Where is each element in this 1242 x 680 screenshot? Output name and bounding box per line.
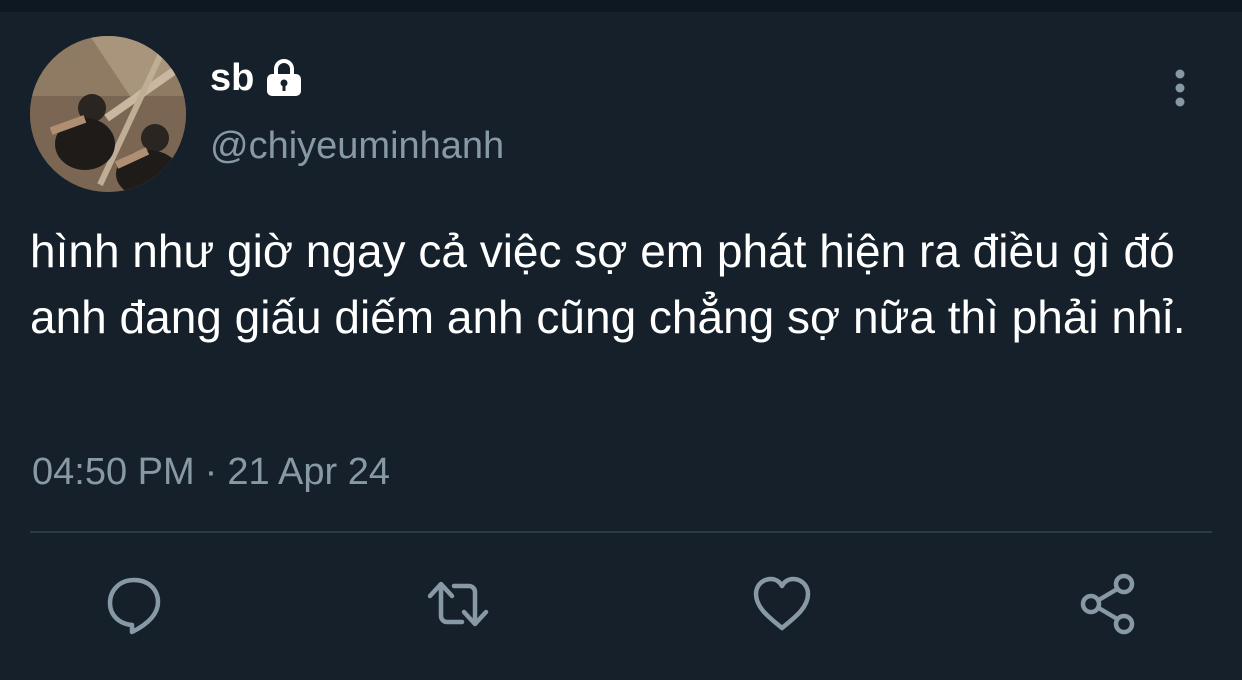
like-button[interactable] [750,572,814,636]
display-name[interactable]: sb [210,56,306,100]
top-edge [0,0,1242,12]
avatar[interactable] [30,36,186,192]
user-handle[interactable]: @chiyeuminhanh [210,124,504,168]
reply-icon [107,577,161,635]
lock-icon [262,56,306,100]
tweet-card: sb @chiyeuminhanh hình như giờ ngay cả v… [0,12,1242,680]
tweet-time: 04:50 PM [32,451,195,493]
heart-icon [753,576,811,631]
share-icon [1080,573,1135,635]
tweet-timestamp[interactable]: 04:50 PM · 21 Apr 24 [32,450,390,494]
timestamp-separator: · [204,451,218,493]
divider [30,531,1212,533]
retweet-icon [427,581,489,627]
retweet-button[interactable] [426,572,490,636]
share-button[interactable] [1076,572,1140,636]
avatar-image [30,36,186,192]
tweet-text: hình như giờ ngay cả việc sợ em phát hiệ… [30,225,1188,343]
display-name-text: sb [210,57,255,99]
tweet-date: 21 Apr 24 [227,451,390,493]
reply-button[interactable] [102,572,166,636]
more-vertical-icon[interactable] [1160,68,1200,108]
